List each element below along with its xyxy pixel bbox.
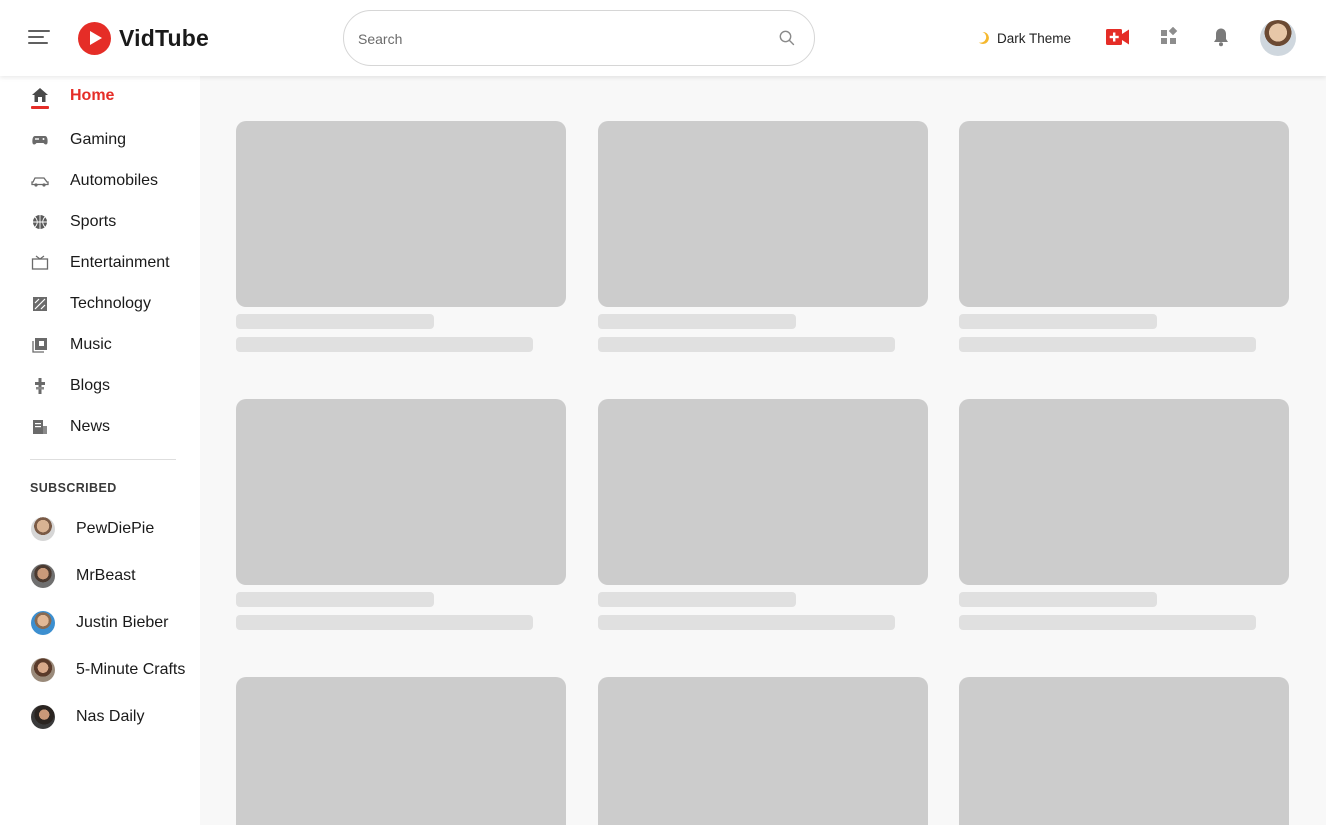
meta-placeholder xyxy=(959,337,1256,352)
blog-icon xyxy=(30,376,50,396)
meta-placeholder xyxy=(959,615,1256,630)
subscription-pewdiepie[interactable]: PewDiePie xyxy=(0,510,200,548)
subscription-mrbeast[interactable]: MrBeast xyxy=(0,557,200,595)
title-placeholder xyxy=(598,592,796,607)
channel-avatar xyxy=(31,658,55,682)
sidebar-item-news[interactable]: News xyxy=(0,408,200,446)
thumbnail-placeholder xyxy=(236,677,566,825)
sidebar-item-label: Home xyxy=(70,87,115,104)
active-indicator xyxy=(31,106,49,109)
subscription-justin-bieber[interactable]: Justin Bieber xyxy=(0,604,200,642)
top-header: VidTube Dark Theme xyxy=(0,0,1326,76)
sidebar-item-blogs[interactable]: Blogs xyxy=(0,367,200,405)
thumbnail-placeholder xyxy=(236,399,566,585)
meta-placeholder xyxy=(598,615,895,630)
sidebar-item-automobiles[interactable]: Automobiles xyxy=(0,162,200,200)
subscription-nas-daily[interactable]: Nas Daily xyxy=(0,698,200,736)
moon-icon xyxy=(978,31,989,44)
sidebar-item-label: Automobiles xyxy=(70,172,159,189)
sidebar: Home Gaming Automobiles Sports Entertain… xyxy=(0,76,200,825)
apps-grid-icon[interactable] xyxy=(1156,24,1182,50)
sidebar-item-label: News xyxy=(70,418,111,435)
sidebar-divider xyxy=(30,459,176,460)
app-name: VidTube xyxy=(119,24,209,51)
thumbnail-placeholder xyxy=(598,399,928,585)
play-logo-icon xyxy=(78,21,111,55)
sidebar-item-music[interactable]: Music xyxy=(0,326,200,364)
channel-avatar xyxy=(31,611,55,635)
newspaper-icon xyxy=(30,417,50,437)
car-icon xyxy=(30,171,50,191)
title-placeholder xyxy=(959,592,1157,607)
technology-icon xyxy=(30,294,50,314)
subscription-label: Nas Daily xyxy=(76,708,145,725)
home-icon xyxy=(30,86,50,106)
title-placeholder xyxy=(598,314,796,329)
subscription-label: PewDiePie xyxy=(76,520,155,537)
channel-avatar xyxy=(31,564,55,588)
channel-avatar xyxy=(31,705,55,729)
subscription-label: MrBeast xyxy=(76,567,136,584)
meta-placeholder xyxy=(598,337,895,352)
video-camera-icon[interactable] xyxy=(1105,24,1131,50)
title-placeholder xyxy=(236,592,434,607)
sidebar-item-entertainment[interactable]: Entertainment xyxy=(0,244,200,282)
tv-icon xyxy=(30,253,50,273)
bell-icon[interactable] xyxy=(1208,24,1234,50)
sidebar-item-gaming[interactable]: Gaming xyxy=(0,121,200,159)
thumbnail-placeholder xyxy=(959,399,1289,585)
search-input[interactable] xyxy=(358,28,758,50)
menu-icon[interactable] xyxy=(28,28,50,46)
sidebar-item-sports[interactable]: Sports xyxy=(0,203,200,241)
app-logo[interactable]: VidTube xyxy=(78,21,209,55)
search-bar xyxy=(343,10,815,66)
dark-theme-label: Dark Theme xyxy=(997,30,1072,46)
subscription-label: 5-Minute Crafts xyxy=(76,661,186,678)
thumbnail-placeholder xyxy=(598,121,928,307)
sidebar-item-label: Entertainment xyxy=(70,254,170,271)
user-avatar[interactable] xyxy=(1260,20,1296,56)
sidebar-item-label: Music xyxy=(70,336,112,353)
subscribed-heading: SUBSCRIBED xyxy=(30,481,117,495)
title-placeholder xyxy=(959,314,1157,329)
basketball-icon xyxy=(30,212,50,232)
sidebar-item-technology[interactable]: Technology xyxy=(0,285,200,323)
thumbnail-placeholder xyxy=(959,121,1289,307)
channel-avatar xyxy=(31,517,55,541)
sidebar-item-label: Gaming xyxy=(70,131,127,148)
meta-placeholder xyxy=(236,615,533,630)
meta-placeholder xyxy=(236,337,533,352)
thumbnail-placeholder xyxy=(598,677,928,825)
music-icon xyxy=(30,335,50,355)
thumbnail-placeholder xyxy=(236,121,566,307)
gamepad-icon xyxy=(30,130,50,150)
title-placeholder xyxy=(236,314,434,329)
sidebar-item-home[interactable]: Home xyxy=(0,77,200,115)
sidebar-item-label: Technology xyxy=(70,295,151,312)
search-icon[interactable] xyxy=(778,29,796,47)
thumbnail-placeholder xyxy=(959,677,1289,825)
dark-theme-toggle[interactable]: Dark Theme xyxy=(976,28,1071,48)
video-feed xyxy=(200,76,1326,825)
subscription-5-minute-crafts[interactable]: 5-Minute Crafts xyxy=(0,651,200,689)
subscription-label: Justin Bieber xyxy=(76,614,169,631)
sidebar-item-label: Sports xyxy=(70,213,117,230)
sidebar-item-label: Blogs xyxy=(70,377,111,394)
